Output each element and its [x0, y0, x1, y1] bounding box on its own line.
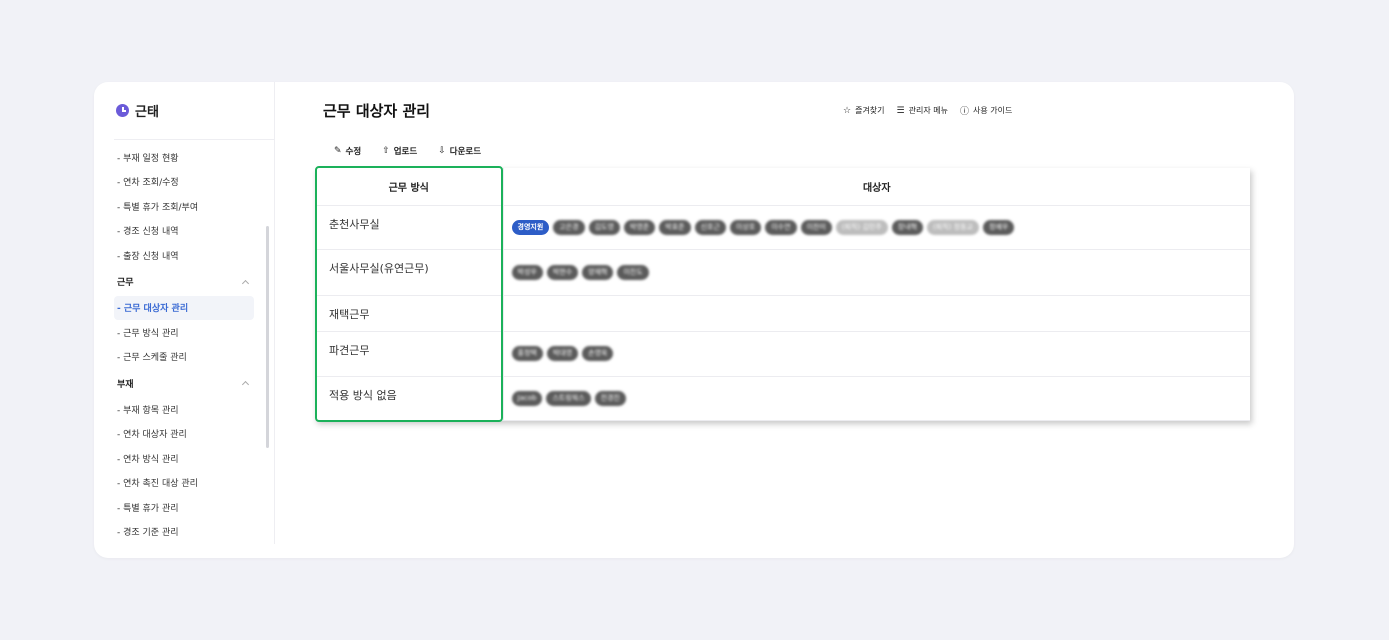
- member-tag[interactable]: 장내혁: [891, 219, 924, 235]
- favorites-button[interactable]: ☆ 즐겨찾기: [843, 104, 885, 117]
- column-header-target: 대상자: [503, 168, 1250, 206]
- target-cell: 박성우 박현수 양재혁 이진도: [503, 249, 1251, 296]
- page-title: 근무 대상자 관리: [323, 102, 431, 120]
- sidebar-group-label: 부재: [117, 379, 134, 390]
- tag-list: 박성우 박현수 양재혁 이진도: [511, 264, 1251, 280]
- target-cell: [503, 295, 1250, 332]
- edit-label: 수정: [345, 147, 362, 157]
- method-cell: 파견근무: [315, 331, 504, 377]
- sidebar-group-header[interactable]: 근무: [114, 268, 254, 296]
- list-icon: ☰: [896, 105, 905, 116]
- sidebar-item[interactable]: - 근무 스케줄 관리: [114, 345, 254, 370]
- table-header-row: 근무 방식 대상자: [315, 168, 1250, 206]
- sidebar-nav: - 부재 일정 현황 - 연차 조회/수정 - 특별 휴가 조회/부여 - 경조 신청…: [114, 145, 254, 544]
- app-name: 근태: [135, 105, 159, 120]
- sidebar-item[interactable]: - 연차 조회/수정: [114, 170, 254, 195]
- member-tag[interactable]: 김도영: [588, 219, 620, 235]
- sidebar-item[interactable]: - 연차 대상자 관리: [114, 422, 254, 447]
- guide-button[interactable]: ⓘ 사용 가이드: [960, 104, 1012, 117]
- member-tag[interactable]: 이수연: [765, 219, 797, 235]
- top-actions: ☆ 즐겨찾기 ☰ 관리자 메뉴 ⓘ 사용 가이드: [843, 104, 1012, 118]
- sidebar-scrollbar[interactable]: [266, 226, 269, 448]
- sidebar-item[interactable]: - 부재 항목 관리: [114, 397, 254, 422]
- method-cell: 재택근무: [315, 295, 504, 332]
- table-row[interactable]: 춘천사무실 경영지원 고은경 김도영 박영준 박효준 신호근 이상호 이수연 이찬미 (퇴직) 김민…: [315, 205, 1251, 250]
- download-button[interactable]: ⇩ 다운로드: [438, 145, 481, 157]
- sidebar-item[interactable]: - 부재 일정 현황: [114, 145, 254, 170]
- table-row[interactable]: 서울사무실(유연근무) 박성우 박현수 양재혁 이진도: [315, 249, 1251, 296]
- star-icon: ☆: [843, 105, 852, 116]
- sidebar-item[interactable]: - 연차 방식 관리: [114, 446, 254, 471]
- main-card: 근태 - 부재 일정 현황 - 연차 조회/수정 - 특별 휴가 조회/부여 - 경조…: [94, 82, 1294, 558]
- member-tag[interactable]: 양재혁: [582, 264, 614, 280]
- table-row[interactable]: 파견근무 홍정택 박대영 손영욱: [315, 331, 1251, 377]
- member-tag[interactable]: 박영준: [623, 219, 656, 235]
- work-target-table: 근무 방식 대상자 춘천사무실 경영지원 고은경 김도영 박영준 박효준 신호근 이상호 이수연…: [315, 168, 1250, 421]
- member-tag[interactable]: 박현수: [546, 264, 579, 280]
- pencil-icon: ✎: [334, 146, 342, 156]
- member-tag[interactable]: 이찬미: [800, 219, 832, 235]
- member-tag[interactable]: 정예우: [983, 219, 1015, 235]
- guide-label: 사용 가이드: [972, 106, 1013, 115]
- member-tag[interactable]: (퇴직) 김민주: [835, 219, 888, 235]
- member-tag[interactable]: 전경진: [594, 390, 626, 406]
- member-tag[interactable]: 홍정택: [511, 346, 543, 361]
- member-tag[interactable]: 고은경: [553, 219, 585, 235]
- table-row[interactable]: 적용 방식 없음 Jacob 스트링웍스 전경진: [315, 376, 1251, 421]
- sidebar-item[interactable]: - 경조 신청 내역: [114, 219, 254, 244]
- member-tag[interactable]: 신호근: [694, 219, 726, 235]
- app-brand[interactable]: 근태: [116, 101, 159, 120]
- download-label: 다운로드: [449, 147, 482, 157]
- upload-label: 업로드: [393, 147, 418, 157]
- tag-list: 경영지원 고은경 김도영 박영준 박효준 신호근 이상호 이수연 이찬미 (퇴직) 김민주 장내혁(…: [511, 219, 1251, 235]
- method-cell: 춘천사무실: [315, 205, 504, 250]
- clock-icon: [116, 104, 129, 117]
- method-cell: 서울사무실(유연근무): [315, 249, 504, 296]
- sidebar-group-header[interactable]: 부재: [114, 369, 254, 397]
- member-tag[interactable]: 손영욱: [582, 346, 614, 361]
- admin-menu-button[interactable]: ☰ 관리자 메뉴: [897, 104, 948, 117]
- member-tag[interactable]: 박대영: [546, 346, 579, 361]
- toolbar: ✎ 수정 ⇧ 업로드 ⇩ 다운로드: [334, 145, 481, 157]
- member-tag[interactable]: 박효준: [659, 219, 691, 235]
- sidebar-item[interactable]: - 특별 휴가 조회/부여: [114, 194, 254, 219]
- target-cell: Jacob 스트링웍스 전경진: [503, 376, 1251, 421]
- sidebar: 근태 - 부재 일정 현황 - 연차 조회/수정 - 특별 휴가 조회/부여 - 경조…: [94, 82, 275, 544]
- sidebar-item[interactable]: - 근무 방식 관리: [114, 320, 254, 345]
- method-cell: 적용 방식 없음: [315, 376, 504, 421]
- sidebar-item[interactable]: - 경조 기준 관리: [114, 520, 254, 545]
- member-tag[interactable]: 스트링웍스: [546, 390, 591, 406]
- info-icon: ⓘ: [959, 107, 969, 117]
- member-tag[interactable]: 경영지원: [511, 219, 550, 235]
- sidebar-group-label: 근무: [117, 278, 134, 288]
- member-tag[interactable]: (퇴직) 정동교: [927, 219, 979, 235]
- table-row[interactable]: 재택근무: [315, 295, 1250, 332]
- member-tag[interactable]: 이상호: [729, 219, 762, 235]
- tag-list: Jacob 스트링웍스 전경진: [511, 390, 1251, 406]
- chevron-up-icon[interactable]: [241, 279, 250, 287]
- upload-button[interactable]: ⇧ 업로드: [382, 145, 417, 157]
- download-icon: ⇩: [438, 146, 446, 156]
- sidebar-divider: [114, 139, 274, 140]
- chevron-up-icon[interactable]: [241, 380, 250, 389]
- member-tag[interactable]: Jacob: [511, 390, 543, 406]
- target-cell: 홍정택 박대영 손영욱: [503, 331, 1251, 377]
- column-header-method: 근무 방식: [315, 168, 504, 206]
- target-cell: 경영지원 고은경 김도영 박영준 박효준 신호근 이상호 이수연 이찬미 (퇴직) 김민주 장내혁(…: [503, 205, 1251, 250]
- sidebar-item[interactable]: - 연차 촉진 대상 관리: [114, 471, 254, 496]
- favorites-label: 즐겨찾기: [855, 106, 885, 115]
- member-tag[interactable]: 박성우: [511, 264, 543, 280]
- sidebar-item[interactable]: - 근무 대상자 관리: [114, 295, 254, 320]
- upload-icon: ⇧: [382, 146, 390, 156]
- admin-menu-label: 관리자 메뉴: [908, 106, 948, 115]
- member-tag[interactable]: 이진도: [617, 264, 649, 280]
- edit-button[interactable]: ✎ 수정: [334, 145, 361, 157]
- sidebar-item[interactable]: - 특별 휴가 관리: [114, 495, 254, 520]
- tag-list: 홍정택 박대영 손영욱: [511, 346, 1251, 361]
- sidebar-item[interactable]: - 출장 신청 내역: [114, 243, 254, 268]
